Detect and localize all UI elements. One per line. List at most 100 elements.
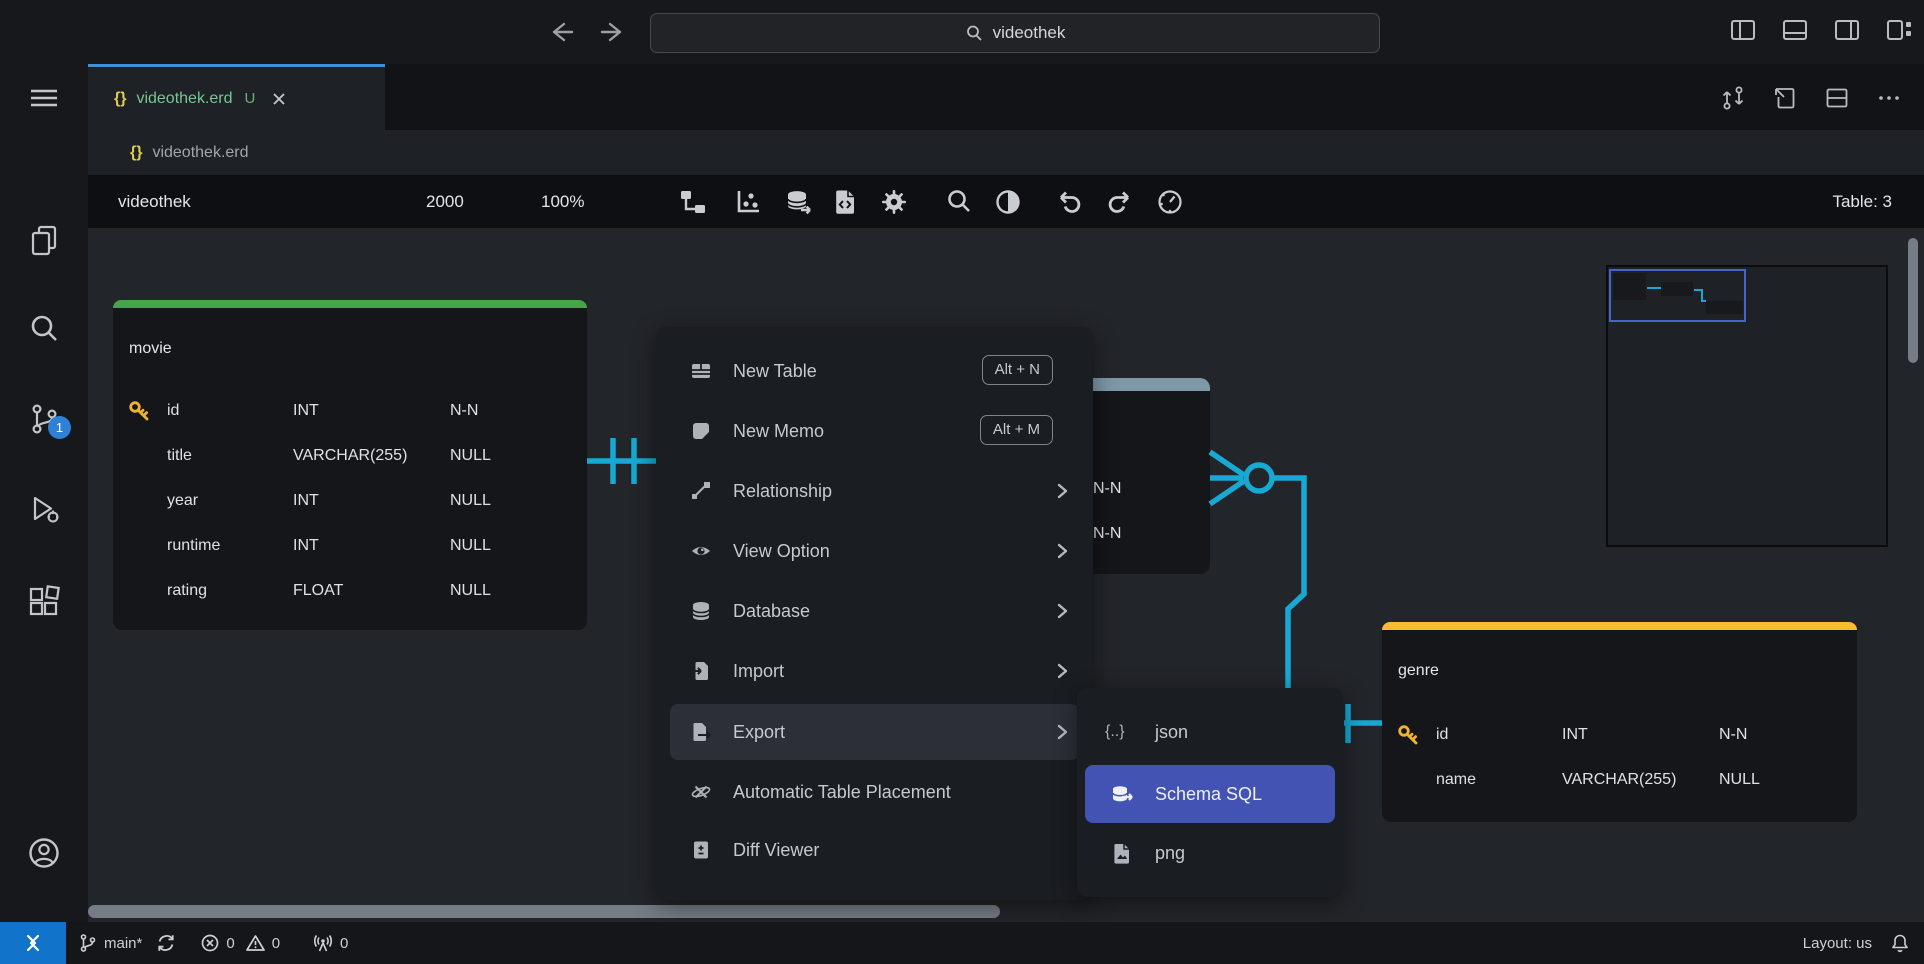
back-arrow-icon[interactable] bbox=[546, 16, 580, 48]
tab-close-icon[interactable] bbox=[271, 91, 287, 107]
git-branch-icon bbox=[78, 933, 98, 953]
search-value: videothek bbox=[993, 23, 1066, 43]
contrast-theme-icon[interactable] bbox=[994, 188, 1022, 216]
open-changes-icon[interactable] bbox=[1772, 85, 1798, 111]
table-movie[interactable]: movie id INT N-N title VARCHAR(255) NULL… bbox=[113, 300, 587, 630]
ports-forwarded[interactable]: 0 bbox=[312, 933, 348, 953]
menu-item-new-table[interactable]: New Table Alt + N bbox=[670, 343, 1079, 399]
submenu-chevron-icon bbox=[1053, 602, 1071, 620]
menu-item-new-memo[interactable]: New Memo Alt + M bbox=[670, 403, 1079, 459]
tab-videothek-erd[interactable]: {} videothek.erd U bbox=[88, 64, 385, 130]
shortcut-badge: Alt + M bbox=[980, 415, 1053, 445]
table-row[interactable]: id INT N-N bbox=[1382, 712, 1857, 757]
menu-item-relationship[interactable]: Relationship bbox=[670, 463, 1079, 519]
redo-icon[interactable] bbox=[1105, 188, 1133, 216]
submenu-item-png[interactable]: png bbox=[1085, 824, 1335, 882]
diagram-name[interactable]: videothek bbox=[118, 175, 191, 228]
table-row[interactable]: id INT N-N bbox=[113, 388, 587, 433]
remote-icon bbox=[20, 930, 46, 956]
layout-indicator[interactable]: Layout: us bbox=[1803, 935, 1872, 952]
menu-item-view-option[interactable]: View Option bbox=[670, 523, 1079, 579]
branch-status[interactable]: main* bbox=[78, 933, 142, 953]
menu-item-database[interactable]: Database bbox=[670, 583, 1079, 639]
column-type: FLOAT bbox=[293, 568, 343, 613]
notifications-bell-icon[interactable] bbox=[1890, 933, 1910, 953]
canvas-size-value[interactable]: 2000 bbox=[426, 175, 464, 228]
customize-layout-icon[interactable] bbox=[1884, 15, 1914, 45]
extensions-icon[interactable] bbox=[26, 583, 62, 619]
menu-item-export[interactable]: Export bbox=[670, 704, 1079, 760]
table-row[interactable]: name VARCHAR(255) NULL bbox=[1382, 757, 1857, 802]
toggle-primary-sidebar-icon[interactable] bbox=[1728, 15, 1758, 45]
warning-icon bbox=[245, 933, 266, 953]
explorer-icon[interactable] bbox=[26, 222, 62, 258]
radio-tower-icon bbox=[312, 933, 334, 953]
more-actions-icon[interactable] bbox=[1876, 85, 1902, 111]
run-debug-icon[interactable] bbox=[26, 491, 62, 527]
column-constraint: N-N bbox=[1093, 466, 1121, 511]
undo-icon[interactable] bbox=[1056, 188, 1084, 216]
split-editor-icon[interactable] bbox=[1824, 85, 1850, 111]
menu-item-import[interactable]: Import bbox=[670, 643, 1079, 699]
menu-hamburger-icon[interactable] bbox=[26, 80, 62, 116]
png-image-file-icon bbox=[1110, 842, 1134, 866]
toggle-panel-icon[interactable] bbox=[1780, 15, 1810, 45]
table-row[interactable]: runtime INT NULL bbox=[113, 523, 587, 568]
activity-bar: 1 bbox=[0, 64, 88, 922]
table-title: genre bbox=[1398, 662, 1439, 680]
menu-item-automatic-table-placement[interactable]: Automatic Table Placement bbox=[670, 764, 1079, 820]
column-type: INT bbox=[1562, 712, 1588, 757]
toggle-secondary-sidebar-icon[interactable] bbox=[1832, 15, 1862, 45]
column-constraint: NULL bbox=[450, 478, 491, 523]
forward-arrow-icon[interactable] bbox=[594, 16, 628, 48]
minimap[interactable] bbox=[1606, 265, 1888, 547]
remote-indicator[interactable] bbox=[0, 922, 66, 964]
menu-item-diff-viewer[interactable]: Diff Viewer bbox=[670, 822, 1079, 878]
schema-sql-database-icon bbox=[1110, 783, 1134, 807]
erd-canvas[interactable]: N-N N-N movie id INT N-N title VARCHAR(2… bbox=[88, 228, 1924, 922]
table-row[interactable]: year INT NULL bbox=[113, 478, 587, 523]
erd-settings-gear-icon[interactable] bbox=[880, 188, 908, 216]
compare-changes-icon[interactable] bbox=[1720, 85, 1746, 111]
column-type: INT bbox=[293, 478, 319, 523]
command-center-search[interactable]: videothek bbox=[650, 13, 1380, 53]
source-control-badge: 1 bbox=[48, 416, 71, 439]
table-accent-bar bbox=[1382, 622, 1857, 630]
column-constraint: NULL bbox=[1719, 757, 1760, 802]
relationship-draw-icon[interactable] bbox=[679, 188, 707, 216]
find-icon[interactable] bbox=[945, 188, 973, 216]
json-file-icon: {} bbox=[114, 90, 126, 108]
submenu-chevron-icon bbox=[1053, 662, 1071, 680]
primary-key-icon bbox=[128, 399, 151, 422]
column-type: VARCHAR(255) bbox=[1562, 757, 1676, 802]
horizontal-scrollbar[interactable] bbox=[88, 905, 1000, 918]
minimap-lines bbox=[1611, 271, 1748, 324]
table-genre[interactable]: genre id INT N-N name VARCHAR(255) NULL bbox=[1382, 622, 1857, 822]
database-visualization-icon[interactable] bbox=[785, 188, 813, 216]
sync-changes[interactable] bbox=[156, 933, 176, 953]
problems-warnings[interactable]: 0 bbox=[245, 933, 280, 953]
submenu-item-json[interactable]: {..} json bbox=[1085, 703, 1335, 761]
column-type: INT bbox=[293, 523, 319, 568]
atom-icon bbox=[690, 781, 712, 803]
table-row[interactable]: title VARCHAR(255) NULL bbox=[113, 433, 587, 478]
column-constraint: NULL bbox=[450, 523, 491, 568]
zoom-level-value[interactable]: 100% bbox=[541, 175, 584, 228]
breadcrumb-file[interactable]: videothek.erd bbox=[152, 144, 248, 162]
scatter-view-icon[interactable] bbox=[734, 188, 762, 216]
file-code-icon[interactable] bbox=[831, 188, 859, 216]
search-sidebar-icon[interactable] bbox=[26, 311, 62, 347]
submenu-item-schema-sql[interactable]: Schema SQL bbox=[1085, 765, 1335, 823]
problems-errors[interactable]: 0 bbox=[200, 933, 234, 953]
column-name: id bbox=[1436, 712, 1448, 757]
database-icon bbox=[690, 600, 712, 622]
breadcrumb: {} videothek.erd bbox=[88, 130, 1924, 175]
account-icon[interactable] bbox=[26, 835, 62, 871]
history-timer-icon[interactable] bbox=[1156, 188, 1184, 216]
table-row[interactable]: rating FLOAT NULL bbox=[113, 568, 587, 613]
editor-actions bbox=[1720, 85, 1902, 111]
minimap-viewport[interactable] bbox=[1609, 269, 1746, 322]
context-menu: New Table Alt + N New Memo Alt + M Relat… bbox=[656, 327, 1093, 900]
vertical-scrollbar[interactable] bbox=[1908, 238, 1918, 363]
column-type: INT bbox=[293, 388, 319, 433]
